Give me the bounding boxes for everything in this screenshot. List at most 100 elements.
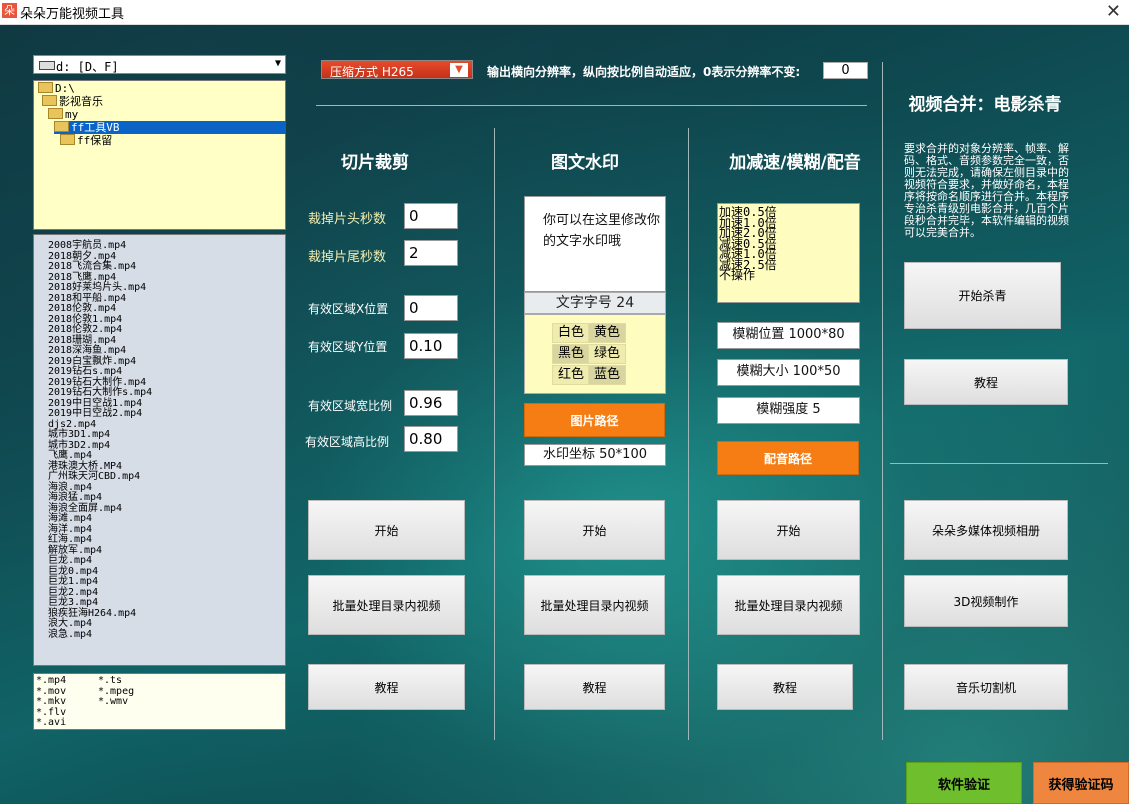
blur-strength-input[interactable]: 模糊强度 5 [717, 397, 860, 424]
compression-select[interactable]: 压缩方式 H265 ▼ [321, 60, 473, 79]
list-item[interactable]: 2018伦敦.mp4 [48, 303, 285, 315]
resolution-input[interactable]: 0 [823, 62, 868, 79]
list-item[interactable]: 巨龙1.mp4 [48, 576, 285, 588]
folder-icon [48, 108, 63, 119]
folder-icon [38, 82, 53, 93]
list-item[interactable]: 广州珠天河CBD.mp4 [48, 471, 285, 483]
region-height-label: 有效区域高比例 [305, 435, 390, 449]
list-item[interactable]: *.mp4 [36, 675, 66, 687]
list-item[interactable]: 飞鹰.mp4 [48, 450, 285, 462]
merge-tutorial-button[interactable]: 教程 [904, 359, 1068, 405]
video-album-button[interactable]: 朵朵多媒体视频相册 [904, 500, 1068, 560]
drive-select[interactable]: d: [D、F] ▼ [33, 55, 286, 74]
folder-icon [54, 121, 69, 132]
list-item[interactable]: 城市3D1.mp4 [48, 429, 285, 441]
color-red-button[interactable]: 红色 [552, 365, 590, 385]
region-x-label: 有效区域X位置 [308, 302, 389, 316]
head-seconds-label: 裁掉片头秒数 [308, 212, 387, 227]
watermark-section-title: 图文水印 [551, 153, 619, 173]
cut-batch-button[interactable]: 批量处理目录内视频 [308, 575, 465, 635]
font-size-input[interactable]: 文字字号 24 [524, 292, 666, 314]
list-item[interactable]: 海滩.mp4 [48, 513, 285, 525]
file-type-filter[interactable]: *.mp4 *.mov *.mkv *.flv *.avi *.ts *.mpeg *.wm… [33, 673, 286, 730]
region-height-input[interactable]: 0.80 [404, 426, 458, 452]
list-item[interactable]: 2008宇航员.mp4 [48, 240, 285, 252]
cut-start-button[interactable]: 开始 [308, 500, 465, 560]
3d-video-button[interactable]: 3D视频制作 [904, 575, 1068, 627]
watermark-batch-button[interactable]: 批量处理目录内视频 [524, 575, 665, 635]
tail-seconds-input[interactable]: 2 [404, 240, 458, 266]
chevron-down-icon: ▼ [450, 63, 468, 77]
watermark-coords-input[interactable]: 水印坐标 50*100 [524, 444, 666, 466]
list-item[interactable]: *.mkv [36, 696, 66, 708]
watermark-text-input[interactable]: 你可以在这里修改你的文字水印哦 [524, 196, 666, 292]
list-item[interactable]: 浪急.mp4 [48, 629, 285, 641]
color-blue-button[interactable]: 蓝色 [588, 365, 626, 385]
list-item[interactable]: 浪大.mp4 [48, 618, 285, 630]
list-item[interactable]: *.wmv [98, 696, 134, 708]
file-list[interactable]: 2008宇航员.mp4 2018朝夕.mp4 2018飞流合集.mp4 2018飞鹰.… [33, 234, 286, 666]
folder-icon [60, 134, 75, 145]
color-yellow-button[interactable]: 黄色 [588, 323, 626, 343]
color-green-button[interactable]: 绿色 [588, 344, 626, 364]
speed-batch-button[interactable]: 批量处理目录内视频 [717, 575, 860, 635]
region-width-input[interactable]: 0.96 [404, 390, 458, 416]
speed-start-button[interactable]: 开始 [717, 500, 860, 560]
region-y-input[interactable]: 0.10 [404, 333, 458, 359]
list-item[interactable]: 2018深海鱼.mp4 [48, 345, 285, 357]
folder-icon [42, 95, 57, 106]
list-item[interactable]: 2018飞流合集.mp4 [48, 261, 285, 273]
folder-tree[interactable]: D:\ 影视音乐 my ff工具VB ff保留 [33, 80, 286, 230]
tree-item-selected[interactable]: ff工具VB [54, 121, 286, 134]
tree-item[interactable]: 影视音乐 [42, 95, 103, 108]
divider [494, 128, 495, 740]
list-item[interactable]: 红海.mp4 [48, 534, 285, 546]
merge-start-button[interactable]: 开始杀青 [904, 262, 1061, 329]
list-item[interactable]: 海浪猛.mp4 [48, 492, 285, 504]
list-item[interactable]: *.ts [98, 675, 134, 687]
color-black-button[interactable]: 黑色 [552, 344, 590, 364]
list-item[interactable]: 2019钻石大制作s.mp4 [48, 387, 285, 399]
blur-size-input[interactable]: 模糊大小 100*50 [717, 359, 860, 386]
list-item[interactable]: *.avi [36, 717, 66, 729]
color-palette: 白色 黄色 黑色 绿色 红色 蓝色 [524, 314, 666, 394]
speed-tutorial-button[interactable]: 教程 [717, 664, 853, 710]
watermark-start-button[interactable]: 开始 [524, 500, 665, 560]
music-cutter-button[interactable]: 音乐切割机 [904, 664, 1068, 710]
close-icon[interactable]: ✕ [1106, 1, 1121, 22]
title-bar: 朵 朵朵万能视频工具 ✕ [0, 0, 1129, 25]
window-title: 朵朵万能视频工具 [20, 7, 125, 22]
list-item[interactable]: 巨龙3.mp4 [48, 597, 285, 609]
watermark-tutorial-button[interactable]: 教程 [524, 664, 665, 710]
list-item[interactable]: 2019钻石s.mp4 [48, 366, 285, 378]
cut-section-title: 切片裁剪 [341, 153, 409, 173]
verify-button[interactable]: 软件验证 [906, 762, 1022, 804]
get-code-button[interactable]: 获得验证码 [1033, 762, 1129, 804]
tree-item[interactable]: D:\ [38, 82, 75, 95]
list-item[interactable]: 不操作 [719, 269, 859, 280]
list-item[interactable]: 2018伦敦2.mp4 [48, 324, 285, 336]
list-item[interactable]: 2019中日空战2.mp4 [48, 408, 285, 420]
audio-path-button[interactable]: 配音路径 [717, 441, 859, 475]
list-item[interactable]: 巨龙.mp4 [48, 555, 285, 567]
head-seconds-input[interactable]: 0 [404, 203, 458, 229]
region-x-input[interactable]: 0 [404, 295, 458, 321]
color-white-button[interactable]: 白色 [552, 323, 590, 343]
tree-item[interactable]: ff保留 [60, 134, 112, 147]
list-item[interactable]: 2018好莱坞片头.mp4 [48, 282, 285, 294]
speed-section-title: 加减速/模糊/配音 [729, 153, 861, 173]
merge-section-title: 视频合并：电影杀青 [908, 95, 1062, 115]
region-y-label: 有效区域Y位置 [308, 340, 388, 354]
tree-item[interactable]: my [48, 108, 78, 121]
chevron-down-icon[interactable]: ▼ [275, 58, 281, 69]
divider [890, 463, 1108, 464]
app-icon: 朵 [2, 3, 17, 18]
cut-tutorial-button[interactable]: 教程 [308, 664, 465, 710]
speed-options-list[interactable]: 加速0.5倍 加速1.0倍 加速2.0倍 减速0.5倍 减速1.0倍 减速2.5倍 不操作 [717, 203, 860, 303]
drive-label: d: [D、F] [56, 60, 119, 74]
image-path-button[interactable]: 图片路径 [524, 403, 665, 437]
blur-position-input[interactable]: 模糊位置 1000*80 [717, 322, 860, 349]
region-width-label: 有效区域宽比例 [308, 399, 393, 413]
merge-description: 要求合并的对象分辨率、帧率、解码、格式、音频参数完全一致，否则无法完成，请确保左… [904, 142, 1069, 239]
divider [316, 105, 867, 106]
